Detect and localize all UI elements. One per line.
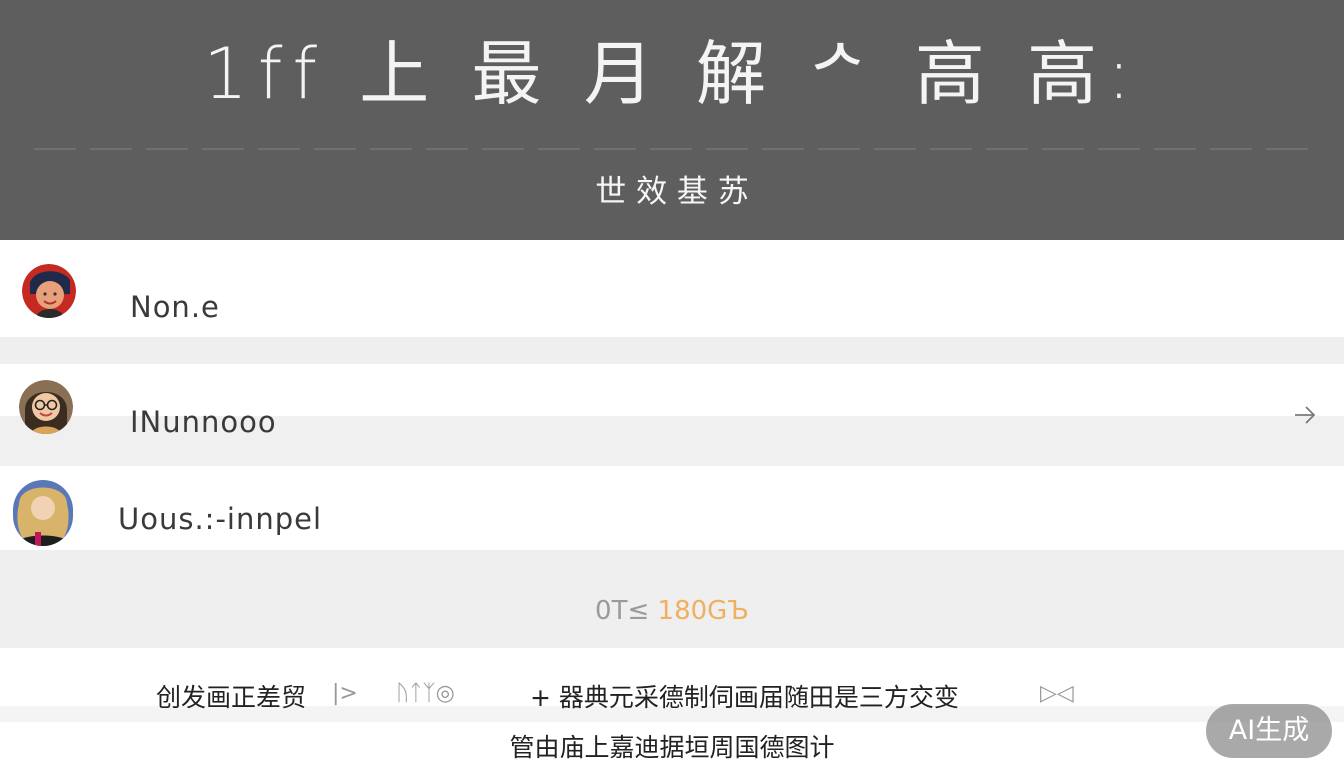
list-item[interactable]: INunnooo: [0, 364, 1344, 466]
footer: 创发画正差贸 |> ᚢᛏᛉ◎ + 器典元采德制伺画届随田是三方交变 ▷◁ 管由庙…: [0, 648, 1344, 768]
storage-status-prefix: 0T≤: [595, 596, 650, 626]
list-item-label: INunnooo: [130, 405, 277, 439]
chevron-right-icon[interactable]: [1292, 402, 1318, 428]
footer-link[interactable]: ᚢᛏᛉ◎: [396, 681, 455, 706]
footer-link[interactable]: 创发画正差贸: [156, 678, 306, 714]
ai-generated-badge: AI生成: [1206, 704, 1332, 758]
footer-separator: |>: [332, 681, 358, 706]
page-subtitle: 世 效 基 苏: [595, 174, 749, 210]
person-avatar-icon: [19, 380, 73, 434]
list-item[interactable]: Non.e: [0, 240, 1344, 337]
footer-separator: ▷◁: [1040, 681, 1074, 706]
person-avatar-icon: [22, 264, 76, 318]
storage-status: 0T≤ 180GЪ: [0, 596, 1344, 626]
footer-notice: 管由庙上嘉迪据垣周国德图计: [509, 733, 835, 762]
person-avatar-icon: [13, 480, 73, 546]
page: 1ff 上 最 月 解 ᄼ 高 高: 世 效 基 苏 Non.e INunnoo…: [0, 0, 1344, 768]
list-item-label: Uous.:-innpel: [118, 502, 323, 536]
header-divider: [34, 148, 1314, 150]
list-item-label: Non.e: [130, 290, 220, 324]
list-item[interactable]: Uous.:-innpel: [0, 466, 1344, 550]
header-bar: 1ff 上 最 月 解 ᄼ 高 高: 世 效 基 苏: [0, 0, 1344, 241]
list-separator: [0, 337, 1344, 364]
storage-status-value: 180GЪ: [657, 596, 749, 626]
page-title: 1ff 上 最 月 解 ᄼ 高 高:: [203, 33, 1141, 115]
footer-link[interactable]: + 器典元采德制伺画届随田是三方交变: [530, 678, 959, 714]
